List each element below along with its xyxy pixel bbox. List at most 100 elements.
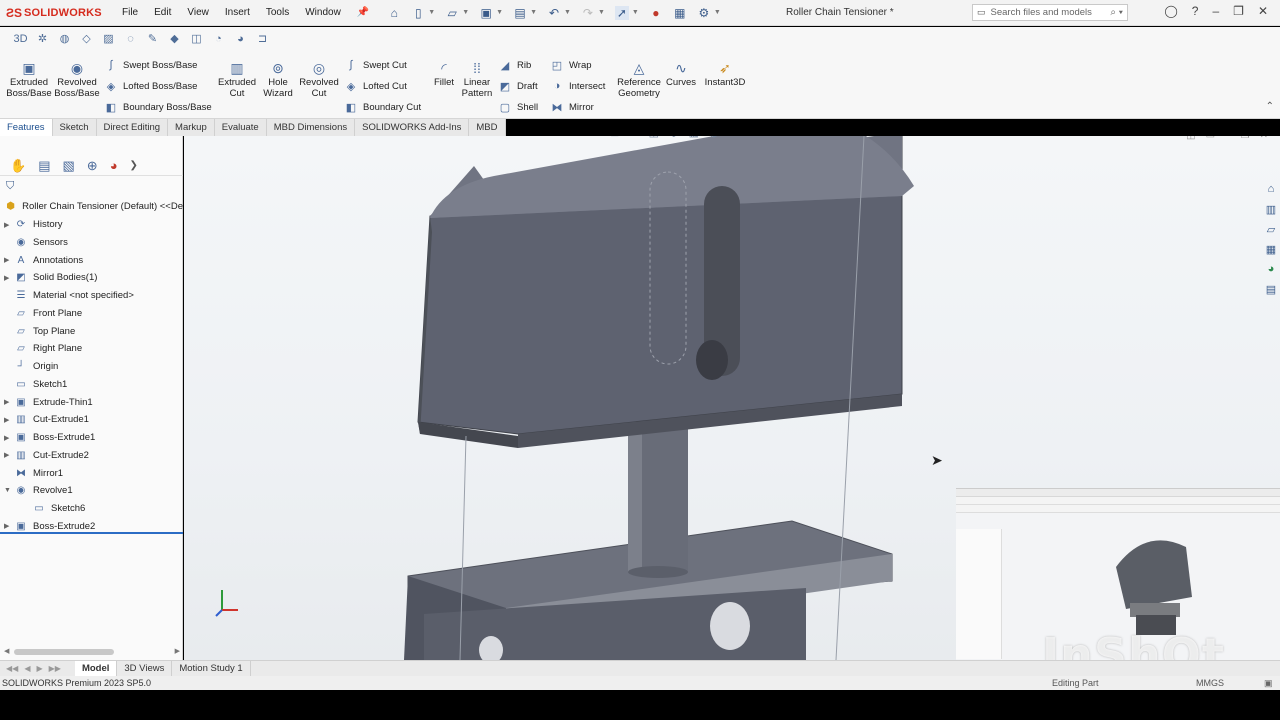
viewport-split-icon[interactable]: ▭ xyxy=(1206,136,1215,141)
reference-geometry-button[interactable]: ◬ Reference Geometry xyxy=(614,59,664,99)
tab-evaluate[interactable]: Evaluate xyxy=(215,119,267,136)
fillet-button[interactable]: ◜ Fillet xyxy=(430,59,458,89)
units-label[interactable]: MMGS xyxy=(1196,678,1224,688)
select-arrow-icon[interactable]: ➚ xyxy=(614,5,629,20)
extruded-boss-button[interactable]: ▣ Extruded Boss/Base xyxy=(6,59,51,99)
tab-addins[interactable]: SOLIDWORKS Add-Ins xyxy=(355,119,470,136)
bracket-icon[interactable]: ⊐ xyxy=(254,30,271,47)
edit-icon[interactable]: ✎ xyxy=(144,30,161,47)
chevron-right-icon[interactable]: ❯ xyxy=(130,160,138,171)
boundary-cut-button[interactable]: ◧ Boundary Cut xyxy=(344,100,421,114)
view-icon[interactable]: ▨ xyxy=(100,30,117,47)
rollback-bar[interactable] xyxy=(0,532,183,534)
previous-view-icon[interactable]: ↺ xyxy=(629,136,638,139)
menu-view[interactable]: View xyxy=(179,7,217,18)
user-icon[interactable]: ◯ xyxy=(1164,4,1177,18)
search-box[interactable]: ▭ Search files and models ⌕ ▾ xyxy=(972,4,1128,21)
plane-tool-icon[interactable]: ◇ xyxy=(78,30,95,47)
chevron-down-icon[interactable]: ▼ xyxy=(496,9,503,16)
section-view-icon[interactable]: ◫ xyxy=(649,136,659,139)
appearance-icon[interactable]: ◕ xyxy=(232,30,249,47)
chevron-right-icon[interactable]: ▶ xyxy=(4,274,14,282)
tab-mbd-dimensions[interactable]: MBD Dimensions xyxy=(267,119,356,136)
tab-features[interactable]: Features xyxy=(0,119,53,136)
feature-icon[interactable]: ✲ xyxy=(34,30,51,47)
lofted-boss-button[interactable]: ◈ Lofted Boss/Base xyxy=(104,79,198,93)
menu-tools[interactable]: Tools xyxy=(258,7,297,18)
tree-item[interactable]: ┘ Origin xyxy=(0,358,183,376)
chevron-down-icon[interactable]: ▼ xyxy=(530,9,537,16)
tab-3d-views[interactable]: 3D Views xyxy=(117,661,173,676)
chevron-right-icon[interactable]: ▶ xyxy=(4,416,14,424)
options-gear-icon[interactable]: ⚙ xyxy=(697,6,711,20)
tree-item[interactable]: ▭ Sketch1 xyxy=(0,376,183,394)
curve-icon[interactable]: ◔ xyxy=(210,30,227,47)
feature-manager-tab-icon[interactable]: ✋ xyxy=(10,158,26,174)
display-style-icon[interactable]: ▩ xyxy=(689,136,699,139)
viewport-minimize-icon[interactable]: – xyxy=(1225,136,1231,141)
filter-icon[interactable]: ⛉ xyxy=(6,180,14,193)
redo-icon[interactable]: ↷ xyxy=(581,6,595,20)
chevron-down-icon[interactable]: ▼ xyxy=(564,9,571,16)
wrap-button[interactable]: ◰ Wrap xyxy=(550,58,592,72)
tree-item[interactable]: ▭ Sketch6 xyxy=(0,500,183,518)
tree-item[interactable]: ◉ Sensors xyxy=(0,234,183,252)
print-icon[interactable]: ▤ xyxy=(513,6,527,20)
help-icon[interactable]: ? xyxy=(1192,4,1199,18)
swept-boss-button[interactable]: ∫ Swept Boss/Base xyxy=(104,58,197,72)
tab-markup[interactable]: Markup xyxy=(168,119,215,136)
hide-icon[interactable]: ◌ xyxy=(122,30,139,47)
traffic-light-icon[interactable]: ● xyxy=(649,6,663,20)
swept-cut-button[interactable]: ∫ Swept Cut xyxy=(344,58,406,72)
panel-horizontal-scrollbar[interactable]: ◀ ▶ xyxy=(4,648,180,656)
zoom-area-icon[interactable]: ⊡ xyxy=(610,136,619,139)
scrollbar-thumb[interactable] xyxy=(14,649,114,655)
view-orientation-icon[interactable]: ⬢ xyxy=(669,136,679,139)
search-input[interactable]: Search files and models xyxy=(991,7,1092,18)
tree-item[interactable]: ▶ ▣ Extrude-Thin1 xyxy=(0,393,183,411)
restore-icon[interactable]: ❐ xyxy=(1233,4,1244,18)
viewport-expand-icon[interactable]: ◫ xyxy=(1186,136,1195,141)
tree-item[interactable]: ▶ ◩ Solid Bodies(1) xyxy=(0,269,183,287)
scene-icon[interactable]: ▭ xyxy=(745,136,755,139)
prev-tab-icon[interactable]: ◀ xyxy=(24,664,30,673)
tree-item[interactable]: ▼ ◉ Revolve1 xyxy=(0,482,183,500)
menu-window[interactable]: Window xyxy=(297,7,349,18)
design-library-icon[interactable]: ▥ xyxy=(1264,202,1278,216)
menu-file[interactable]: File xyxy=(114,7,146,18)
chevron-down-icon[interactable]: ▼ xyxy=(4,487,14,494)
appearances-icon[interactable]: ◕ xyxy=(1264,262,1278,276)
tab-sketch[interactable]: Sketch xyxy=(53,119,97,136)
hole-wizard-button[interactable]: ⊚ Hole Wizard xyxy=(258,59,298,99)
next-tab-icon[interactable]: ▶ xyxy=(36,664,42,673)
rib-button[interactable]: ◢ Rib xyxy=(498,58,532,72)
zoom-to-fit-icon[interactable]: ⌕ xyxy=(594,136,600,139)
tree-item[interactable]: ▱ Front Plane xyxy=(0,305,183,323)
chevron-right-icon[interactable]: ▶ xyxy=(4,451,14,459)
property-manager-tab-icon[interactable]: ▤ xyxy=(38,158,50,174)
view-palette-icon[interactable]: ▦ xyxy=(1264,242,1278,256)
undo-icon[interactable]: ↶ xyxy=(547,6,561,20)
search-scope-icon[interactable]: ▭ xyxy=(977,7,986,18)
last-tab-icon[interactable]: ▶▶ xyxy=(49,664,61,673)
chevron-right-icon[interactable]: ▶ xyxy=(4,522,14,530)
chevron-right-icon[interactable]: ▶ xyxy=(4,256,14,264)
chevron-right-icon[interactable]: ▶ xyxy=(4,434,14,442)
sphere-icon[interactable]: ◍ xyxy=(56,30,73,47)
file-properties-icon[interactable]: ▦ xyxy=(673,6,687,20)
display-manager-tab-icon[interactable]: ◕ xyxy=(110,158,118,173)
intersect-button[interactable]: ◑ Intersect xyxy=(550,79,606,93)
shell-button[interactable]: ▢ Shell xyxy=(498,100,538,114)
tab-motion-study[interactable]: Motion Study 1 xyxy=(172,661,251,676)
file-explorer-icon[interactable]: ▱ xyxy=(1264,222,1278,236)
tree-root[interactable]: ⬢ Roller Chain Tensioner (Default) <<De xyxy=(0,198,183,216)
tree-item[interactable]: ☰ Material <not specified> xyxy=(0,287,183,305)
section-icon[interactable]: ◫ xyxy=(188,30,205,47)
scroll-left-icon[interactable]: ◀ xyxy=(4,647,9,655)
pin-icon[interactable]: 📌 xyxy=(349,7,377,18)
edit-appearance-icon[interactable]: ◕ xyxy=(729,136,736,139)
revolved-boss-button[interactable]: ◉ Revolved Boss/Base xyxy=(54,59,99,99)
draft-button[interactable]: ◩ Draft xyxy=(498,79,538,93)
tab-model[interactable]: Model xyxy=(74,661,118,676)
chevron-down-icon[interactable]: ▼ xyxy=(714,9,721,16)
